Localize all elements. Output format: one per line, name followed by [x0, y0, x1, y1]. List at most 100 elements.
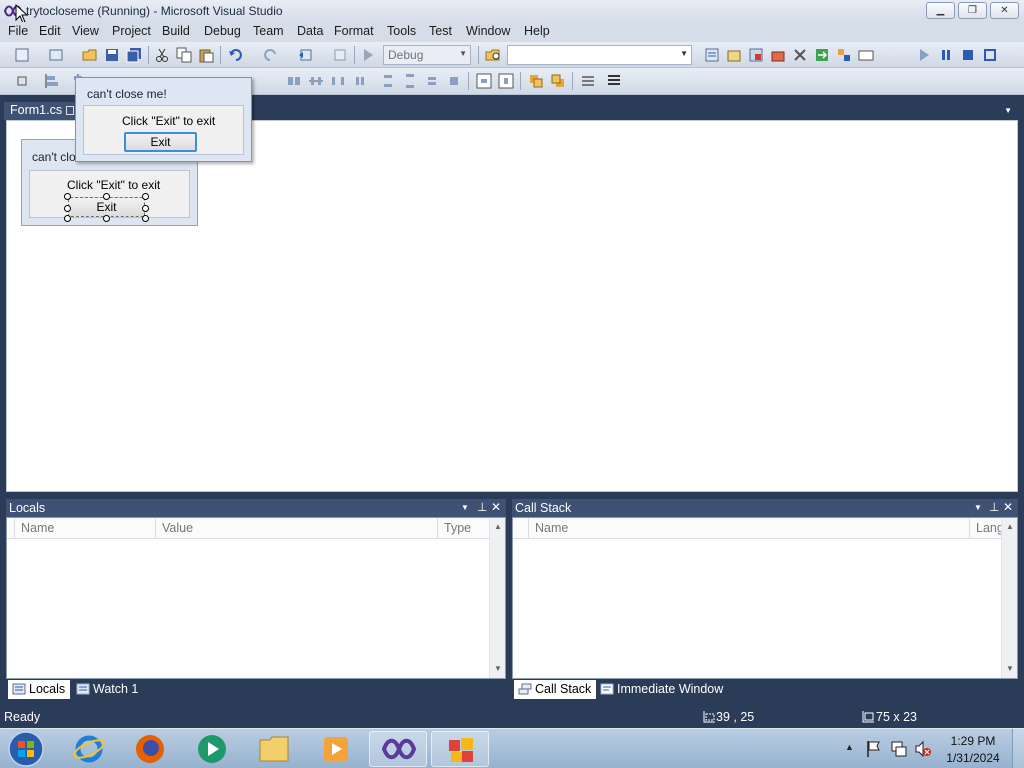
toolbox-icon[interactable] — [770, 47, 786, 63]
scroll-down-icon[interactable]: ▼ — [1006, 664, 1014, 673]
taskbar-visual-studio[interactable] — [369, 731, 427, 767]
resize-handle[interactable] — [64, 193, 71, 200]
find-combo-box[interactable]: ▼ — [507, 45, 692, 65]
menu-help[interactable]: Help — [524, 24, 550, 38]
menu-format[interactable]: Format — [334, 24, 374, 38]
tab-order-icon[interactable] — [580, 73, 596, 89]
align-to-grid-icon[interactable] — [14, 73, 30, 89]
scroll-up-icon[interactable]: ▲ — [494, 522, 502, 531]
object-browser-icon[interactable] — [748, 47, 764, 63]
tab-call-stack[interactable]: Call Stack — [514, 680, 597, 699]
menu-team[interactable]: Team — [253, 24, 284, 38]
find-in-files-icon[interactable] — [485, 47, 501, 63]
call-stack-vertical-scrollbar[interactable]: ▲ ▼ — [1001, 518, 1017, 678]
menu-project[interactable]: Project — [112, 24, 151, 38]
chevron-down-icon[interactable]: ▼ — [974, 503, 982, 512]
horizontal-spacing-icon[interactable] — [308, 73, 324, 89]
command-window-icon[interactable] — [858, 47, 874, 63]
taskbar-running-app[interactable] — [431, 731, 489, 767]
bring-to-front-icon[interactable] — [528, 73, 544, 89]
column-header-language[interactable]: Lang — [970, 518, 1002, 539]
show-hidden-icons-icon[interactable]: ▲ — [845, 742, 854, 752]
resize-handle[interactable] — [142, 205, 149, 212]
navigate-forward-icon[interactable] — [332, 47, 348, 63]
running-app-window[interactable]: can't close me! Click "Exit" to exit Exi… — [75, 77, 252, 162]
scroll-up-icon[interactable]: ▲ — [1006, 522, 1014, 531]
column-header-name[interactable]: Name — [15, 518, 156, 539]
chevron-down-icon[interactable]: ▼ — [1004, 106, 1012, 115]
menu-debug[interactable]: Debug — [204, 24, 241, 38]
decrease-horizontal-spacing-icon[interactable] — [352, 73, 368, 89]
save-all-icon[interactable] — [126, 47, 142, 63]
form-designer-surface[interactable]: can't clo Click "Exit" to exit Exit — [6, 120, 1018, 492]
menu-test[interactable]: Test — [429, 24, 452, 38]
navigate-backward-icon[interactable] — [298, 47, 314, 63]
tab-watch-1[interactable]: Watch 1 — [72, 680, 143, 699]
tab-form1-design[interactable]: Form1.cs — [4, 102, 81, 120]
resize-handle[interactable] — [103, 215, 110, 222]
open-file-icon[interactable] — [82, 47, 98, 63]
restore-button[interactable]: ❐ — [958, 2, 987, 19]
minimize-button[interactable]: ▁ — [926, 2, 955, 19]
paste-icon[interactable] — [198, 47, 214, 63]
column-header-type[interactable]: Type — [438, 518, 490, 539]
show-desktop-button[interactable] — [1012, 729, 1024, 768]
continue-icon[interactable] — [916, 47, 932, 63]
tab-immediate-window[interactable]: Immediate Window — [596, 680, 728, 699]
scroll-down-icon[interactable]: ▼ — [494, 664, 502, 673]
send-to-back-icon[interactable] — [550, 73, 566, 89]
undo-icon[interactable] — [228, 47, 244, 63]
center-horizontally-icon[interactable] — [476, 73, 492, 89]
taskbar-file-explorer[interactable] — [245, 731, 303, 767]
designer-exit-label[interactable]: Click "Exit" to exit — [67, 178, 160, 192]
resize-handle[interactable] — [103, 193, 110, 200]
resize-handle[interactable] — [142, 215, 149, 222]
stop-debugging-icon[interactable] — [960, 47, 976, 63]
clock-time[interactable]: 1:29 PM — [938, 734, 1008, 748]
increase-vertical-spacing-icon[interactable] — [402, 73, 418, 89]
column-header-value[interactable]: Value — [156, 518, 438, 539]
pin-icon[interactable]: ⊥ — [477, 500, 487, 514]
resize-handle[interactable] — [64, 205, 71, 212]
remove-vertical-spacing-icon[interactable] — [446, 73, 462, 89]
locals-vertical-scrollbar[interactable]: ▲ ▼ — [489, 518, 505, 678]
menu-view[interactable]: View — [72, 24, 99, 38]
lock-controls-icon[interactable] — [606, 73, 622, 89]
volume-muted-icon[interactable] — [914, 740, 932, 758]
network-icon[interactable] — [890, 740, 908, 758]
resize-handle[interactable] — [64, 215, 71, 222]
start-debugging-icon[interactable] — [360, 47, 376, 63]
menu-tools[interactable]: Tools — [387, 24, 416, 38]
taskbar-media-player[interactable] — [183, 731, 241, 767]
restart-icon[interactable] — [982, 47, 998, 63]
start-page-icon[interactable] — [814, 47, 830, 63]
close-icon[interactable]: ✕ — [491, 500, 501, 514]
close-window-button[interactable]: ✕ — [990, 2, 1019, 19]
solution-configuration-select[interactable]: Debug ▼ — [383, 45, 471, 65]
add-item-icon[interactable] — [48, 47, 64, 63]
properties-window-icon[interactable] — [726, 47, 742, 63]
menu-window[interactable]: Window — [466, 24, 510, 38]
start-button-icon[interactable] — [6, 730, 46, 768]
designer-exit-button[interactable]: Exit — [68, 197, 145, 217]
decrease-vertical-spacing-icon[interactable] — [424, 73, 440, 89]
cut-icon[interactable] — [154, 47, 170, 63]
menu-build[interactable]: Build — [162, 24, 190, 38]
menu-data[interactable]: Data — [297, 24, 323, 38]
redo-icon[interactable] — [262, 47, 278, 63]
menu-edit[interactable]: Edit — [39, 24, 61, 38]
save-icon[interactable] — [104, 47, 120, 63]
taskbar-windows-media-player[interactable] — [307, 731, 365, 767]
new-project-icon[interactable] — [14, 47, 30, 63]
locals-grid[interactable]: Name Value Type ▲ ▼ — [6, 517, 506, 679]
make-same-size-icon[interactable] — [286, 73, 302, 89]
menu-file[interactable]: File — [8, 24, 28, 38]
exit-button[interactable]: Exit — [124, 132, 197, 152]
break-all-icon[interactable] — [938, 47, 954, 63]
align-lefts-icon[interactable] — [44, 73, 60, 89]
solution-explorer-icon[interactable] — [704, 47, 720, 63]
vertical-spacing-icon[interactable] — [380, 73, 396, 89]
copy-icon[interactable] — [176, 47, 192, 63]
taskbar-internet-explorer[interactable] — [60, 731, 118, 767]
center-vertically-icon[interactable] — [498, 73, 514, 89]
